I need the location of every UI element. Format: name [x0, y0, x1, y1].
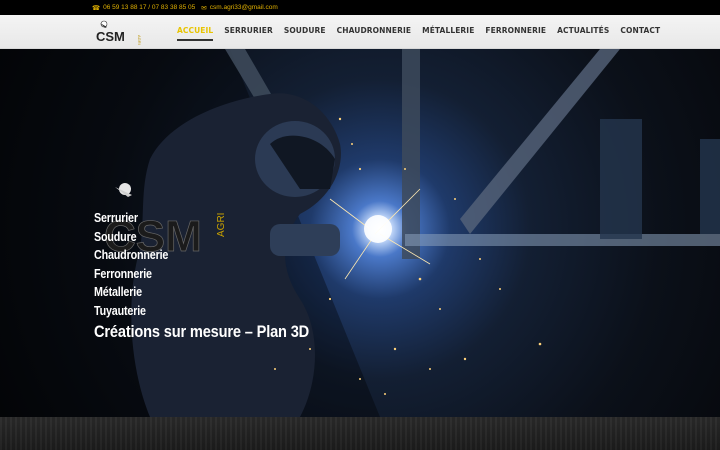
envelope-icon: ✉ [201, 4, 207, 12]
service-ferronnerie: Ferronnerie [94, 266, 152, 281]
nav-ferronnerie[interactable]: FERRONNERIE [485, 26, 546, 35]
nav-chaudronnerie[interactable]: CHAUDRONNERIE [337, 26, 412, 35]
phone-number[interactable]: 06 59 13 88 17 / 07 83 38 85 05 [103, 4, 195, 11]
nav-serrurier[interactable]: SERRURIER [224, 26, 273, 35]
phone-contact[interactable]: ☎ 06 59 13 88 17 / 07 83 38 85 05 [92, 4, 195, 12]
site-header: CSM AGRI ACCUEIL SERRURIER SOUDURE CHAUD… [0, 15, 720, 49]
email-address[interactable]: csm.agri33@gmail.com [210, 4, 278, 11]
service-tuyauterie: Tuyauterie [94, 303, 146, 318]
service-metallerie: Métallerie [94, 285, 142, 300]
service-serrurier: Serrurier [94, 211, 138, 225]
hero-tagline: Créations sur mesure – Plan 3D [94, 321, 310, 341]
nav-accueil[interactable]: ACCUEIL [177, 26, 214, 41]
nav-contact[interactable]: CONTACT [620, 26, 660, 35]
top-bar: ☎ 06 59 13 88 17 / 07 83 38 85 05 ✉ csm.… [0, 0, 720, 15]
nav-actualites[interactable]: ACTUALITÉS [557, 26, 609, 35]
hero-banner: CSM AGRI Serrurier Soudure Chaudronnerie… [0, 49, 720, 417]
logo-text: CSM [96, 29, 125, 44]
nav-metallerie[interactable]: MÉTALLERIE [422, 26, 474, 35]
service-soudure: Soudure [94, 229, 137, 244]
phone-icon: ☎ [92, 4, 101, 12]
service-chaudronnerie: Chaudronnerie [94, 248, 169, 263]
main-nav: ACCUEIL SERRURIER SOUDURE CHAUDRONNERIE … [177, 15, 671, 45]
email-contact[interactable]: ✉ csm.agri33@gmail.com [201, 4, 277, 12]
nav-soudure[interactable]: SOUDURE [284, 26, 326, 35]
section-divider-texture [0, 417, 720, 450]
logo-sub: AGRI [137, 35, 142, 45]
hero-services: Serrurier Soudure Chaudronnerie Ferronne… [94, 209, 344, 343]
site-logo[interactable]: CSM AGRI [94, 19, 146, 45]
